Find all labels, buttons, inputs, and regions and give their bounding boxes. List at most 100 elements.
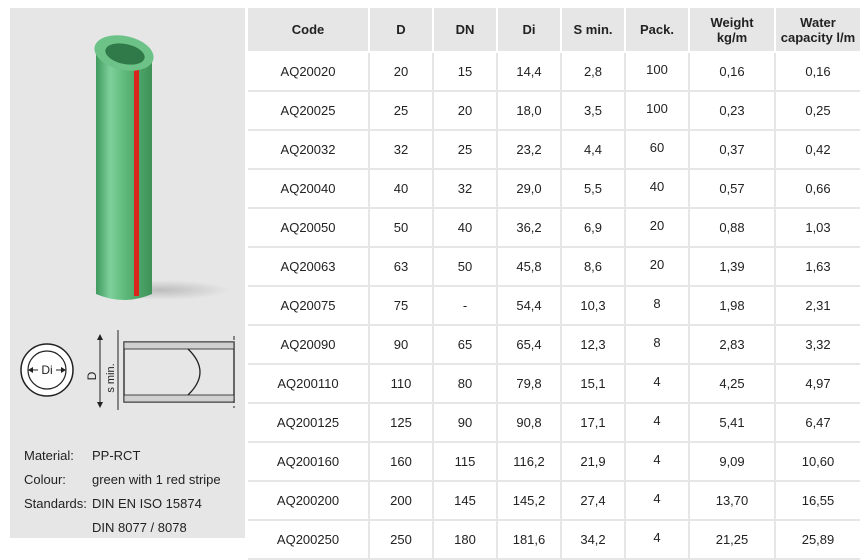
cell-weight: 4,25 [688, 365, 774, 404]
cell-di: 54,4 [496, 287, 560, 326]
header-dn: DN [432, 8, 496, 53]
table-row: AQ200160 160 115 116,2 21,9 4 9,09 10,60 [248, 443, 860, 482]
cell-water: 4,97 [774, 365, 860, 404]
cell-dn: 32 [432, 170, 496, 209]
cell-pack: 4 [624, 404, 688, 443]
table-row: AQ200125 125 90 90,8 17,1 4 5,41 6,47 [248, 404, 860, 443]
di-diagram-label: Di [41, 363, 52, 377]
cell-water: 10,60 [774, 443, 860, 482]
material-value: PP-RCT [92, 448, 141, 463]
cell-di: 116,2 [496, 443, 560, 482]
cell-smin: 15,1 [560, 365, 624, 404]
cell-smin: 27,4 [560, 482, 624, 521]
cell-dn: 20 [432, 92, 496, 131]
cell-code: AQ200125 [248, 404, 368, 443]
cell-weight: 0,23 [688, 92, 774, 131]
cell-pack: 4 [624, 365, 688, 404]
cell-water: 0,16 [774, 53, 860, 92]
colour-label: Colour: [24, 472, 66, 487]
standards-value-2: DIN 8077 / 8078 [92, 520, 187, 535]
cell-dn: - [432, 287, 496, 326]
colour-value: green with 1 red stripe [92, 472, 221, 487]
table-row: AQ20090 90 65 65,4 12,3 8 2,83 3,32 [248, 326, 860, 365]
cell-d: 200 [368, 482, 432, 521]
pipe-cross-section-diagram: Di D s min. [20, 330, 235, 410]
cell-weight: 0,37 [688, 131, 774, 170]
cell-d: 125 [368, 404, 432, 443]
cell-weight: 9,09 [688, 443, 774, 482]
table-row: AQ200250 250 180 181,6 34,2 4 21,25 25,8… [248, 521, 860, 560]
table-row: AQ20063 63 50 45,8 8,6 20 1,39 1,63 [248, 248, 860, 287]
cell-pack: 4 [624, 443, 688, 482]
cell-d: 90 [368, 326, 432, 365]
cell-weight: 2,83 [688, 326, 774, 365]
cell-smin: 8,6 [560, 248, 624, 287]
cell-weight: 1,98 [688, 287, 774, 326]
cell-di: 181,6 [496, 521, 560, 560]
cell-dn: 50 [432, 248, 496, 287]
header-weight-line2: kg/m [716, 29, 748, 45]
cell-dn: 90 [432, 404, 496, 443]
cell-smin: 5,5 [560, 170, 624, 209]
pipe-illustration [90, 35, 230, 300]
cell-d: 20 [368, 53, 432, 92]
header-pack: Pack. [624, 8, 688, 53]
table-row: AQ20020 20 15 14,4 2,8 100 0,16 0,16 [248, 53, 860, 92]
cell-water: 0,66 [774, 170, 860, 209]
cell-pack: 100 [624, 92, 688, 131]
cell-code: AQ20020 [248, 53, 368, 92]
cell-d: 63 [368, 248, 432, 287]
header-weight-line1: Weight [710, 14, 754, 30]
cell-code: AQ200160 [248, 443, 368, 482]
cell-code: AQ200110 [248, 365, 368, 404]
cell-dn: 65 [432, 326, 496, 365]
cell-di: 65,4 [496, 326, 560, 365]
cell-d: 25 [368, 92, 432, 131]
cell-code: AQ20040 [248, 170, 368, 209]
cell-d: 160 [368, 443, 432, 482]
cell-weight: 1,39 [688, 248, 774, 287]
cell-smin: 6,9 [560, 209, 624, 248]
header-water-line2: capacity l/m [780, 29, 856, 45]
cell-pack: 8 [624, 287, 688, 326]
cell-code: AQ20050 [248, 209, 368, 248]
cell-di: 90,8 [496, 404, 560, 443]
cell-water: 0,42 [774, 131, 860, 170]
cell-pack: 20 [624, 248, 688, 287]
cell-dn: 40 [432, 209, 496, 248]
cell-pack: 4 [624, 521, 688, 560]
table-row: AQ200200 200 145 145,2 27,4 4 13,70 16,5… [248, 482, 860, 521]
cell-smin: 3,5 [560, 92, 624, 131]
header-d: D [368, 8, 432, 53]
cell-d: 40 [368, 170, 432, 209]
cell-code: AQ20025 [248, 92, 368, 131]
header-smin: S min. [560, 8, 624, 53]
cell-weight: 0,16 [688, 53, 774, 92]
cell-di: 45,8 [496, 248, 560, 287]
smin-diagram-label: s min. [105, 363, 117, 392]
table-row: AQ20040 40 32 29,0 5,5 40 0,57 0,66 [248, 170, 860, 209]
product-specifications: Material: PP-RCT Colour: green with 1 re… [24, 444, 221, 540]
header-code: Code [248, 8, 368, 53]
cell-weight: 0,57 [688, 170, 774, 209]
cell-dn: 115 [432, 443, 496, 482]
cell-water: 2,31 [774, 287, 860, 326]
cell-d: 32 [368, 131, 432, 170]
cell-smin: 12,3 [560, 326, 624, 365]
cell-dn: 80 [432, 365, 496, 404]
cell-water: 1,63 [774, 248, 860, 287]
cell-code: AQ20075 [248, 287, 368, 326]
table-header-row: Code D DN Di S min. Pack. Weight kg/m Wat… [248, 8, 860, 53]
cell-pack: 8 [624, 326, 688, 365]
cell-d: 250 [368, 521, 432, 560]
cell-code: AQ200200 [248, 482, 368, 521]
cell-water: 16,55 [774, 482, 860, 521]
cell-pack: 60 [624, 131, 688, 170]
material-label: Material: [24, 448, 74, 463]
d-diagram-label: D [85, 371, 99, 380]
cell-pack: 100 [624, 53, 688, 92]
cell-water: 1,03 [774, 209, 860, 248]
cell-di: 36,2 [496, 209, 560, 248]
header-di: Di [496, 8, 560, 53]
table-row: AQ20050 50 40 36,2 6,9 20 0,88 1,03 [248, 209, 860, 248]
